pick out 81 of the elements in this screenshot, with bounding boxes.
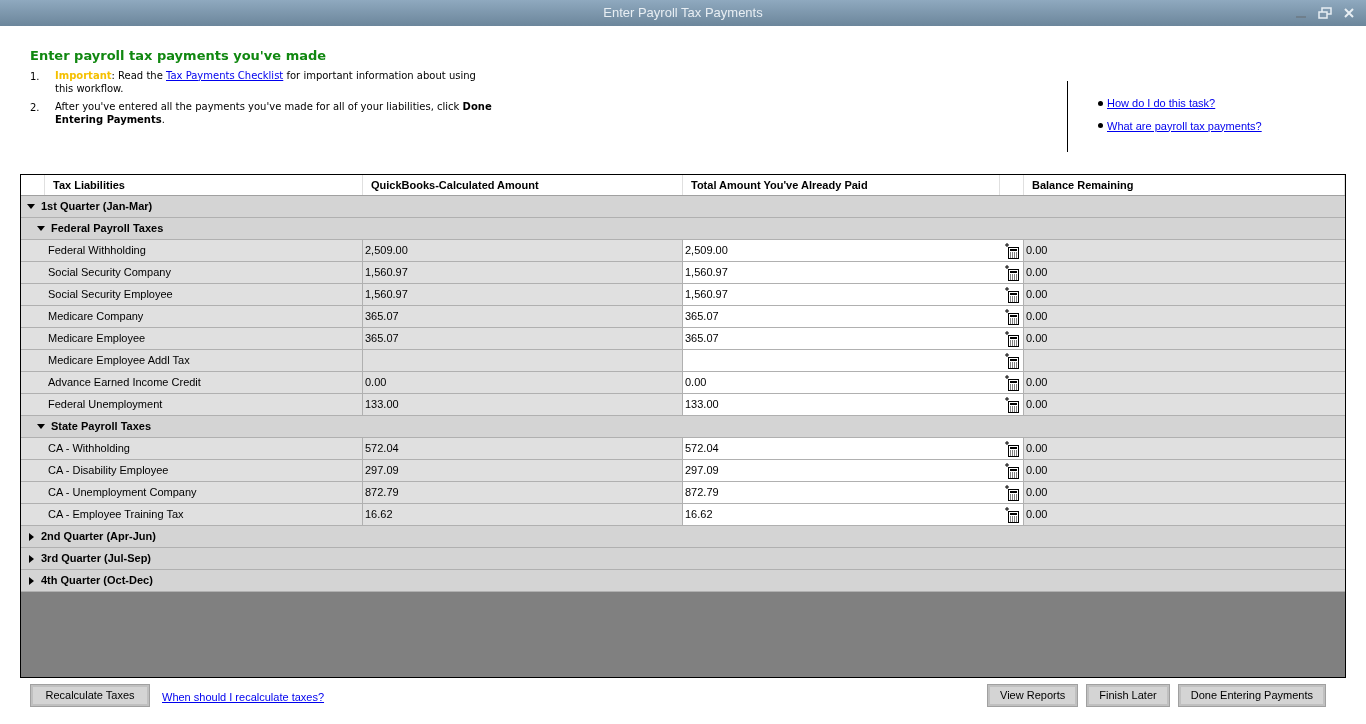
footer-button[interactable]: View Reports — [988, 685, 1078, 706]
column-header[interactable]: QuickBooks-Calculated Amount — [363, 175, 683, 195]
group-row[interactable]: State Payroll Taxes — [21, 416, 1345, 438]
balance-amount: 0.00 — [1025, 331, 1049, 347]
paid-amount-field[interactable]: 1,560.97 — [683, 262, 1024, 283]
close-icon[interactable] — [1344, 8, 1354, 18]
calculator-icon[interactable] — [1005, 264, 1019, 281]
paid-amount-field[interactable]: 0.00 — [683, 372, 1024, 393]
balance-amount: 0.00 — [1025, 243, 1049, 259]
calculator-icon[interactable] — [1005, 462, 1019, 479]
footer-button[interactable]: Done Entering Payments — [1178, 685, 1325, 706]
step-number: 2. — [30, 100, 41, 115]
liability-name: Social Security Employee — [21, 284, 363, 305]
balance-amount: 0.00 — [1025, 463, 1049, 479]
balance-amount: 0.00 — [1025, 287, 1049, 303]
calculator-icon[interactable] — [1005, 308, 1019, 325]
calculator-icon[interactable] — [1005, 242, 1019, 259]
calculator-icon[interactable] — [1005, 352, 1019, 369]
paid-amount-field[interactable]: 872.79 — [683, 482, 1024, 503]
window-title: Enter Payroll Tax Payments — [603, 4, 763, 23]
balance-amount: 0.00 — [1025, 309, 1049, 325]
expanded-caret-icon[interactable] — [37, 224, 45, 233]
liability-name: CA - Disability Employee — [21, 460, 363, 481]
collapsed-caret-icon[interactable] — [27, 554, 35, 563]
paid-amount-field[interactable]: 133.00 — [683, 394, 1024, 415]
calculator-icon[interactable] — [1005, 330, 1019, 347]
bullet-icon — [1098, 100, 1103, 106]
restore-icon[interactable] — [1318, 7, 1332, 19]
column-header[interactable]: Balance Remaining — [1024, 175, 1345, 195]
paid-amount-field[interactable]: 297.09 — [683, 460, 1024, 481]
liability-name: Medicare Employee Addl Tax — [21, 350, 363, 371]
collapsed-caret-icon[interactable] — [27, 532, 35, 541]
calculator-icon[interactable] — [1005, 440, 1019, 457]
column-header[interactable]: Total Amount You've Already Paid — [683, 175, 1000, 195]
liability-name: Federal Withholding — [21, 240, 363, 261]
help-link[interactable]: What are payroll tax payments? — [1107, 117, 1262, 134]
liability-name: CA - Withholding — [21, 438, 363, 459]
calculator-icon[interactable] — [1005, 484, 1019, 501]
balance-amount: 0.00 — [1025, 441, 1049, 457]
paid-amount-field[interactable]: 1,560.97 — [683, 284, 1024, 305]
paid-amount-field[interactable]: 16.62 — [683, 504, 1024, 525]
instruction-text: After you've entered all the payments you've made for all of your liabilities, click Done Entering Payments. — [55, 99, 493, 126]
calculator-icon[interactable] — [1005, 396, 1019, 413]
paid-amount-field[interactable]: 365.07 — [683, 306, 1024, 327]
paid-amount-field[interactable]: 572.04 — [683, 438, 1024, 459]
recalculate-help-link[interactable]: When should I recalculate taxes? — [162, 688, 325, 706]
expanded-caret-icon[interactable] — [37, 422, 45, 431]
paid-amount-field[interactable]: 365.07 — [683, 328, 1024, 349]
calculator-icon[interactable] — [1005, 286, 1019, 303]
step-number: 1. — [30, 69, 41, 84]
help-link[interactable]: How do I do this task? — [1107, 95, 1216, 112]
balance-amount: 0.00 — [1025, 375, 1049, 391]
liability-name: CA - Employee Training Tax — [21, 504, 363, 525]
page-heading: Enter payroll tax payments you've made — [30, 47, 328, 65]
quarter-row[interactable]: 2nd Quarter (Apr-Jun) — [21, 526, 1345, 548]
balance-amount: 0.00 — [1025, 397, 1049, 413]
collapsed-caret-icon[interactable] — [27, 576, 35, 585]
expanded-caret-icon[interactable] — [27, 202, 35, 211]
liability-name: Medicare Employee — [21, 328, 363, 349]
calculator-icon[interactable] — [1005, 374, 1019, 391]
bullet-icon — [1098, 123, 1103, 129]
paid-amount-field[interactable] — [683, 350, 1024, 371]
liability-name: Medicare Company — [21, 306, 363, 327]
group-row[interactable]: Federal Payroll Taxes — [21, 218, 1345, 240]
paid-amount-field[interactable]: 2,509.00 — [683, 240, 1024, 261]
column-header[interactable]: Tax Liabilities — [45, 175, 363, 195]
liability-name: Federal Unemployment — [21, 394, 363, 415]
balance-amount: 0.00 — [1025, 265, 1049, 281]
balance-amount: 0.00 — [1025, 485, 1049, 501]
quarter-row[interactable]: 3rd Quarter (Jul-Sep) — [21, 548, 1345, 570]
calculator-icon[interactable] — [1005, 506, 1019, 523]
footer-button[interactable]: Finish Later — [1087, 685, 1169, 706]
instruction-text: Important: Read the Tax Payments Checklist for important information about using this workflow. — [55, 68, 477, 95]
liability-name: Advance Earned Income Credit — [21, 372, 363, 393]
checklist-link[interactable]: Tax Payments Checklist — [166, 69, 284, 81]
liability-name: Social Security Company — [21, 262, 363, 283]
balance-amount: 0.00 — [1025, 507, 1049, 523]
liability-name: CA - Unemployment Company — [21, 482, 363, 503]
quarter-row[interactable]: 1st Quarter (Jan-Mar) — [21, 196, 1345, 218]
recalculate-button[interactable]: Recalculate Taxes — [31, 685, 149, 706]
quarter-row[interactable]: 4th Quarter (Oct-Dec) — [21, 570, 1345, 592]
